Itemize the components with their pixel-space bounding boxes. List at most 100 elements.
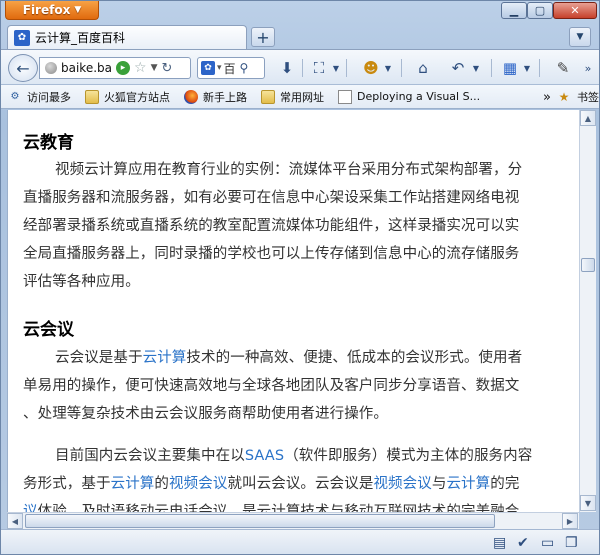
- paragraph-line: 目前国内云会议主要集中在以SAAS（软件即服务）模式为主体的服务内容: [55, 444, 532, 465]
- paragraph-line: 经部署录播系统或直播系统的教室配置流媒体功能组件，这样录播实况可以实: [23, 218, 520, 234]
- go-icon[interactable]: ▸: [116, 61, 130, 75]
- bookmark-label: 火狐官方站点: [104, 90, 170, 104]
- url-bar[interactable]: baike.ba ▸ ☆ ▼ ↻: [39, 57, 191, 79]
- scroll-down-button[interactable]: ▼: [580, 495, 596, 511]
- scroll-up-button[interactable]: ▲: [580, 110, 596, 126]
- back-arrow-icon: ←: [16, 58, 30, 78]
- text-run: 的完: [490, 476, 520, 492]
- tab-list-button[interactable]: ▼: [569, 27, 591, 47]
- new-tab-button[interactable]: +: [251, 27, 275, 47]
- paragraph-line: 务形式，基于云计算的视频会议就叫云会议。云会议是视频会议与云计算的完: [23, 472, 519, 493]
- tab-bar: ✿ 云计算_百度百科 + ▼: [1, 23, 599, 49]
- horizontal-scrollbar[interactable]: ◀ ▶: [7, 512, 579, 529]
- link-cloud-computing[interactable]: 云计算: [446, 476, 490, 492]
- window-icon[interactable]: ❐: [565, 535, 578, 551]
- bookmark-gear-icon: ⚙: [10, 91, 20, 102]
- checkmark-icon[interactable]: ✔: [517, 535, 529, 551]
- link-meeting[interactable]: 议: [23, 504, 38, 512]
- paragraph-line: 评估等各种应用。: [23, 274, 140, 290]
- text-run: 云会议是基于: [55, 350, 143, 366]
- toolbar-separator: [302, 59, 303, 77]
- bookmark-getting-started[interactable]: 新手上路: [177, 89, 254, 105]
- search-engine-icon[interactable]: ✿: [201, 61, 215, 75]
- document-icon: [338, 89, 352, 104]
- firefox-menu-label: Firefox: [22, 3, 71, 17]
- chevron-down-icon[interactable]: ▼: [470, 58, 482, 78]
- search-icon[interactable]: ⚲: [240, 61, 249, 75]
- chevron-down-icon: ▼: [576, 32, 584, 42]
- close-button[interactable]: ✕: [553, 2, 597, 19]
- bookmark-label: Deploying a Visual S...: [357, 90, 481, 103]
- paragraph-line: 单易用的操作，便可快速高效地与全球各地团队及客户同步分享语音、数据文: [23, 378, 520, 394]
- close-icon: ✕: [570, 4, 580, 17]
- text-run: 目前国内云会议主要集中在以: [55, 448, 245, 464]
- section-heading-cloud-meeting: 云会议: [23, 320, 74, 340]
- bookmark-firefox-site[interactable]: 火狐官方站点: [78, 89, 177, 105]
- maximize-icon: ▢: [534, 4, 546, 17]
- bookmarks-right: » ★ 书签: [543, 85, 599, 109]
- toolbar-separator: [539, 59, 540, 77]
- bookmark-most-visited[interactable]: ⚙ 访问最多: [1, 89, 78, 105]
- chevron-down-icon[interactable]: ▾: [217, 63, 222, 73]
- bookmarks-overflow-button[interactable]: »: [543, 90, 551, 105]
- chevron-down-icon[interactable]: ▼: [382, 58, 394, 78]
- folder-icon: [85, 89, 99, 104]
- link-video-conference[interactable]: 视频会议: [169, 476, 227, 492]
- chevron-down-icon[interactable]: ▼: [151, 63, 158, 73]
- tab-baike[interactable]: ✿ 云计算_百度百科: [7, 25, 247, 49]
- bookmark-label: 常用网址: [280, 90, 324, 104]
- firefox-icon: [184, 89, 198, 104]
- toolbar-separator: [491, 59, 492, 77]
- text-run: 的: [154, 476, 170, 492]
- undo-close-icon[interactable]: ↶: [448, 58, 468, 78]
- link-cloud-computing[interactable]: 云计算: [111, 476, 155, 492]
- scroll-left-button[interactable]: ◀: [7, 513, 23, 529]
- bookmarks-menu-button[interactable]: 书签: [577, 89, 599, 105]
- bookmarks-toolbar: ⚙ 访问最多 火狐官方站点 新手上路 常用网址 Deploying a Visu…: [1, 85, 599, 109]
- folder-icon: [261, 89, 275, 104]
- horizontal-scroll-thumb[interactable]: [25, 514, 495, 528]
- reload-icon[interactable]: ↻: [161, 61, 172, 76]
- minimize-button[interactable]: ▁: [501, 2, 527, 19]
- maximize-button[interactable]: ▢: [527, 2, 553, 19]
- link-cloud-computing[interactable]: 云计算: [143, 350, 187, 366]
- link-video-conference[interactable]: 视频会议: [373, 476, 431, 492]
- apps-grid-icon[interactable]: ▦: [500, 58, 520, 78]
- download-icon[interactable]: ⬇: [277, 58, 297, 78]
- firefox-menu-button[interactable]: Firefox ▼: [5, 1, 99, 20]
- text-run: 务形式，基于: [23, 476, 111, 492]
- section-heading-cloud-education: 云教育: [23, 133, 74, 153]
- bookmark-common-sites[interactable]: 常用网址: [254, 89, 331, 105]
- addon-icon[interactable]: ☻: [361, 58, 381, 78]
- screenshot-icon[interactable]: ⛶: [309, 58, 329, 78]
- star-icon[interactable]: ☆: [134, 60, 147, 76]
- paragraph-line: 直播服务器和流服务器，如有必要可在信息中心架设采集工作站搭建网络电视: [23, 190, 520, 206]
- pages-icon[interactable]: ▤: [493, 535, 506, 551]
- scroll-right-button[interactable]: ▶: [562, 513, 578, 529]
- search-text: 百: [223, 61, 236, 76]
- bookmark-deploying[interactable]: Deploying a Visual S...: [331, 89, 487, 104]
- chevron-down-icon[interactable]: ▼: [521, 58, 533, 78]
- paw-icon: ✿: [14, 29, 30, 46]
- search-bar[interactable]: ✿ ▾ 百 ⚲: [197, 57, 265, 79]
- star-icon: ★: [558, 90, 570, 104]
- link-saas[interactable]: SAAS: [245, 448, 284, 464]
- paragraph-line: 议体验。及时语移动云电话会议，是云计算技术与移动互联网技术的完美融合: [23, 500, 519, 512]
- vertical-scroll-thumb[interactable]: [581, 258, 595, 272]
- text-run: 与: [431, 476, 447, 492]
- paragraph-line: 全局直播服务器上，同时录播的学校也可以上传存储到信息中心的流存储服务: [23, 246, 520, 262]
- chevron-down-icon: ▼: [74, 5, 82, 15]
- text-run: （软件即服务）模式为主体的服务内容: [284, 448, 533, 464]
- screen-icon[interactable]: ▭: [541, 535, 554, 551]
- chevron-down-icon[interactable]: ▼: [330, 58, 342, 78]
- home-icon[interactable]: ⌂: [413, 58, 433, 78]
- gesture-icon[interactable]: ✎: [553, 58, 573, 78]
- vertical-scrollbar[interactable]: ▲ ▼: [579, 110, 596, 512]
- globe-icon: [45, 62, 57, 74]
- text-run: 就叫云会议。云会议是: [227, 476, 374, 492]
- back-button[interactable]: ←: [8, 54, 38, 82]
- text-run: 体验。及时语移动云电话会议，是云计算技术与移动互联网技术的完美融合: [37, 504, 520, 512]
- overflow-chevron-icon[interactable]: »: [581, 58, 595, 78]
- page-content: 云教育 视频云计算应用在教育行业的实例：流媒体平台采用分布式架构部署，分 直播服…: [7, 110, 579, 512]
- status-bar: ▤ ✔ ▭ ❐: [1, 529, 599, 554]
